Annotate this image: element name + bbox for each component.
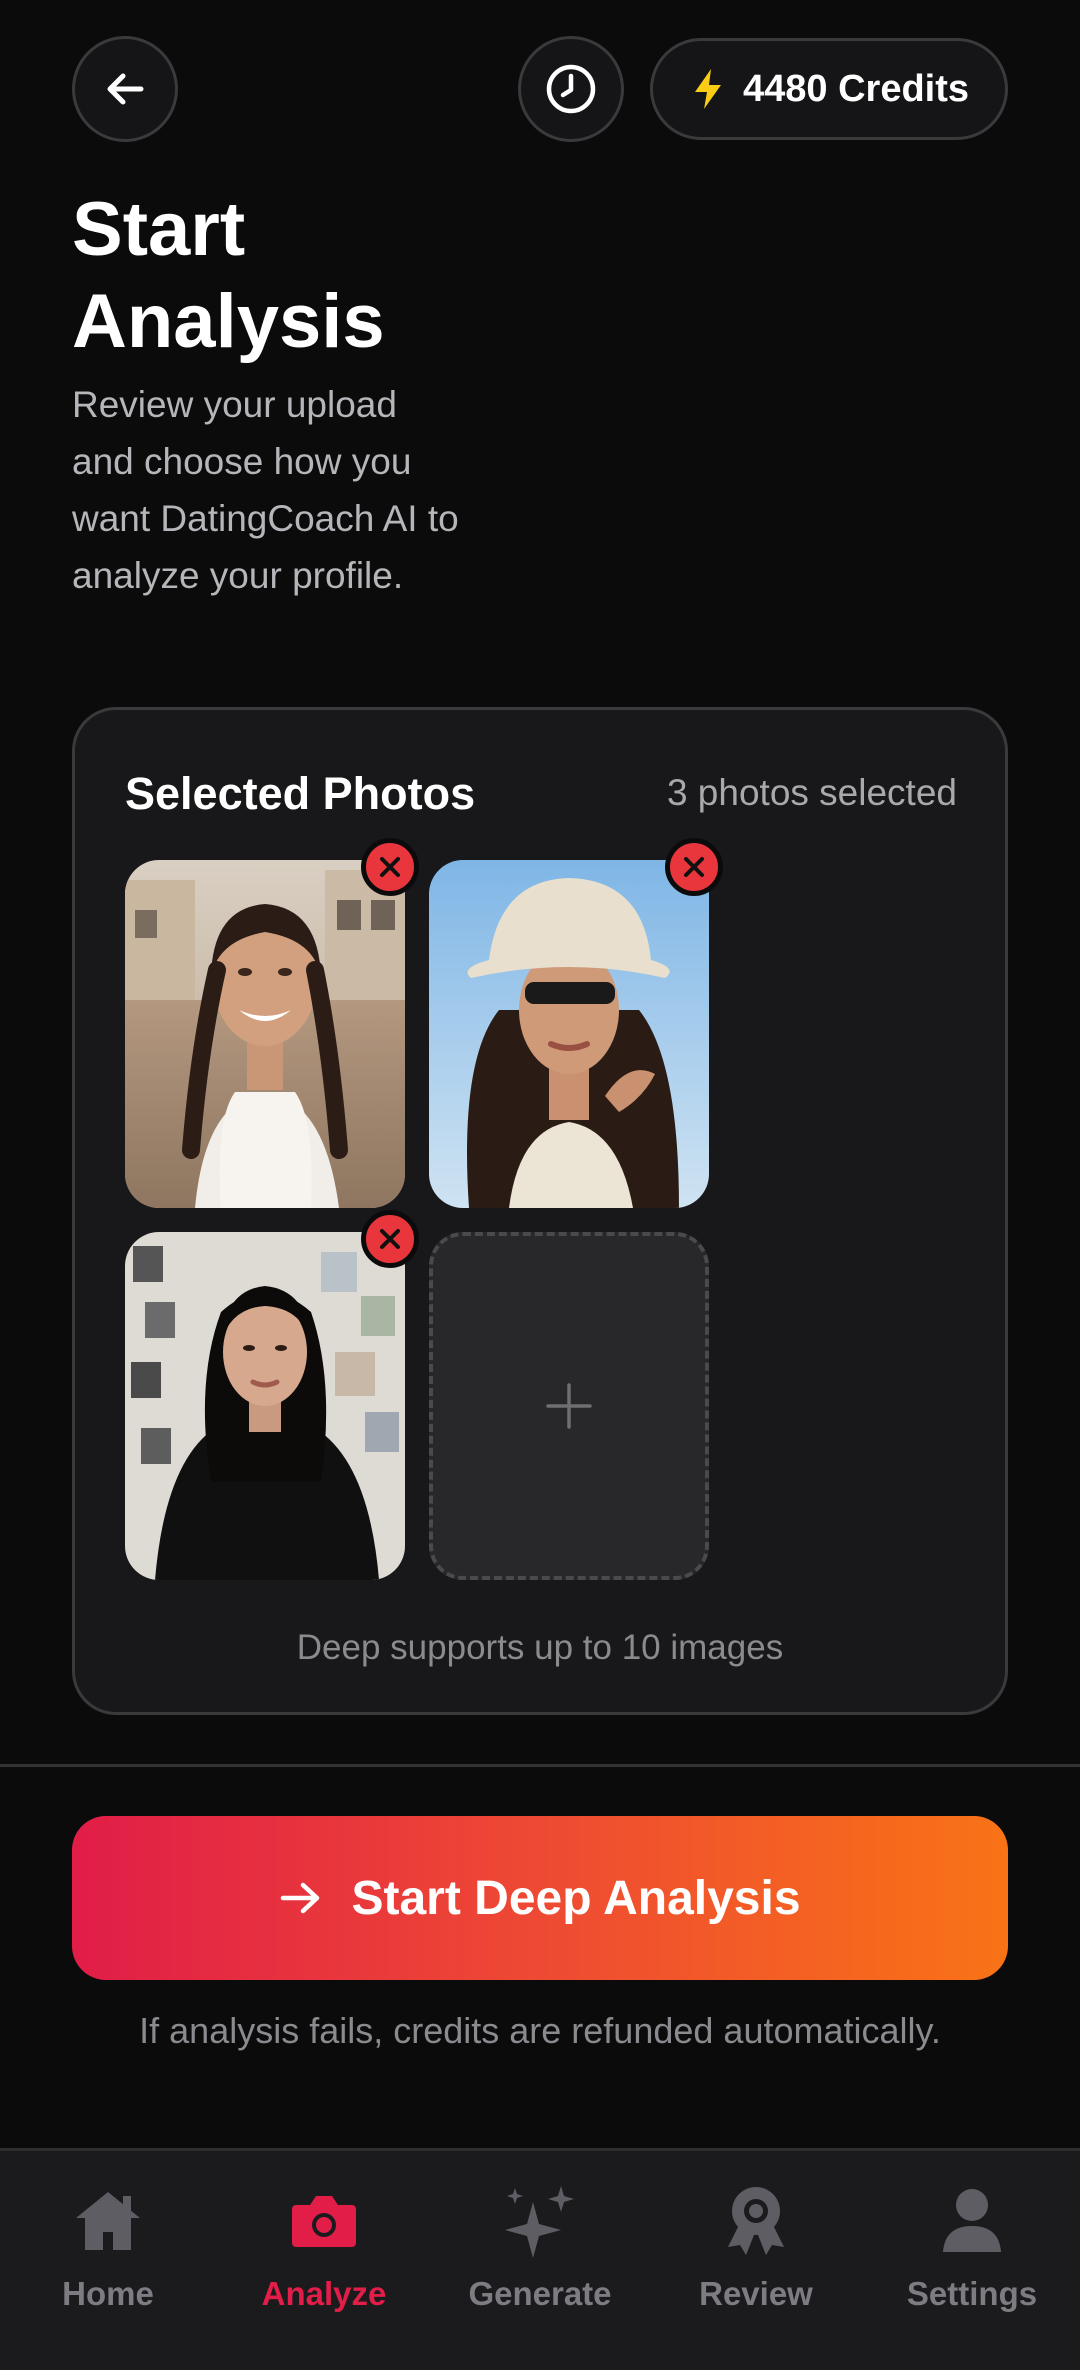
close-icon	[380, 857, 400, 877]
photo-thumbnail-3[interactable]	[125, 1232, 405, 1580]
nav-item-review[interactable]: Review	[648, 2151, 864, 2370]
nav-label: Analyze	[261, 2275, 387, 2312]
sparkles-icon	[500, 2181, 580, 2261]
image-limit-note: Deep supports up to 10 images	[296, 1628, 784, 1667]
add-photo-button[interactable]	[429, 1232, 709, 1580]
back-button[interactable]	[72, 36, 178, 142]
page-title: Start Analysis	[72, 187, 385, 364]
photo-image	[125, 1232, 405, 1580]
nav-item-analyze[interactable]: Analyze	[216, 2151, 432, 2370]
arrow-right-icon	[281, 1882, 320, 1914]
photo-image	[125, 860, 405, 1208]
screen: 4480 Credits Start Analysis Review your …	[0, 0, 1080, 2370]
credits-label: 4480 Credits	[743, 67, 970, 110]
lightning-icon	[695, 69, 721, 109]
close-icon	[684, 857, 704, 877]
nav-label: Settings	[906, 2275, 1038, 2312]
award-icon	[716, 2181, 796, 2261]
photos-count: 3 photos selected	[666, 772, 957, 813]
camera-icon	[284, 2181, 364, 2261]
remove-photo-button[interactable]	[361, 838, 419, 896]
refund-note: If analysis fails, credits are refunded …	[139, 2010, 941, 2051]
user-icon	[932, 2181, 1012, 2261]
remove-photo-button[interactable]	[665, 838, 723, 896]
selected-photos-card: Selected Photos 3 photos selected Deep s…	[72, 707, 1008, 1715]
nav-item-home[interactable]: Home	[0, 2151, 216, 2370]
bottom-nav: Home Analyze Generate Review Settings	[0, 2148, 1080, 2370]
nav-label: Generate	[468, 2275, 612, 2312]
close-icon	[380, 1229, 400, 1249]
start-deep-analysis-button[interactable]: Start Deep Analysis	[72, 1816, 1008, 1980]
arrow-left-icon	[107, 73, 144, 105]
nav-label: Home	[62, 2275, 154, 2312]
photo-image	[429, 860, 709, 1208]
plus-icon	[546, 1383, 592, 1429]
nav-item-generate[interactable]: Generate	[432, 2151, 648, 2370]
photo-thumbnail-1[interactable]	[125, 860, 405, 1208]
credits-badge[interactable]: 4480 Credits	[650, 38, 1008, 140]
clock-icon	[546, 64, 596, 114]
nav-label: Review	[699, 2275, 813, 2312]
page-subtitle: Review your upload and choose how you wa…	[72, 384, 459, 596]
cta-label: Start Deep Analysis	[351, 1871, 801, 1925]
remove-photo-button[interactable]	[361, 1210, 419, 1268]
nav-item-settings[interactable]: Settings	[864, 2151, 1080, 2370]
history-button[interactable]	[518, 36, 624, 142]
divider	[0, 1764, 1080, 1767]
photo-thumbnail-2[interactable]	[429, 860, 709, 1208]
card-title: Selected Photos	[125, 768, 476, 819]
home-icon	[68, 2181, 148, 2261]
